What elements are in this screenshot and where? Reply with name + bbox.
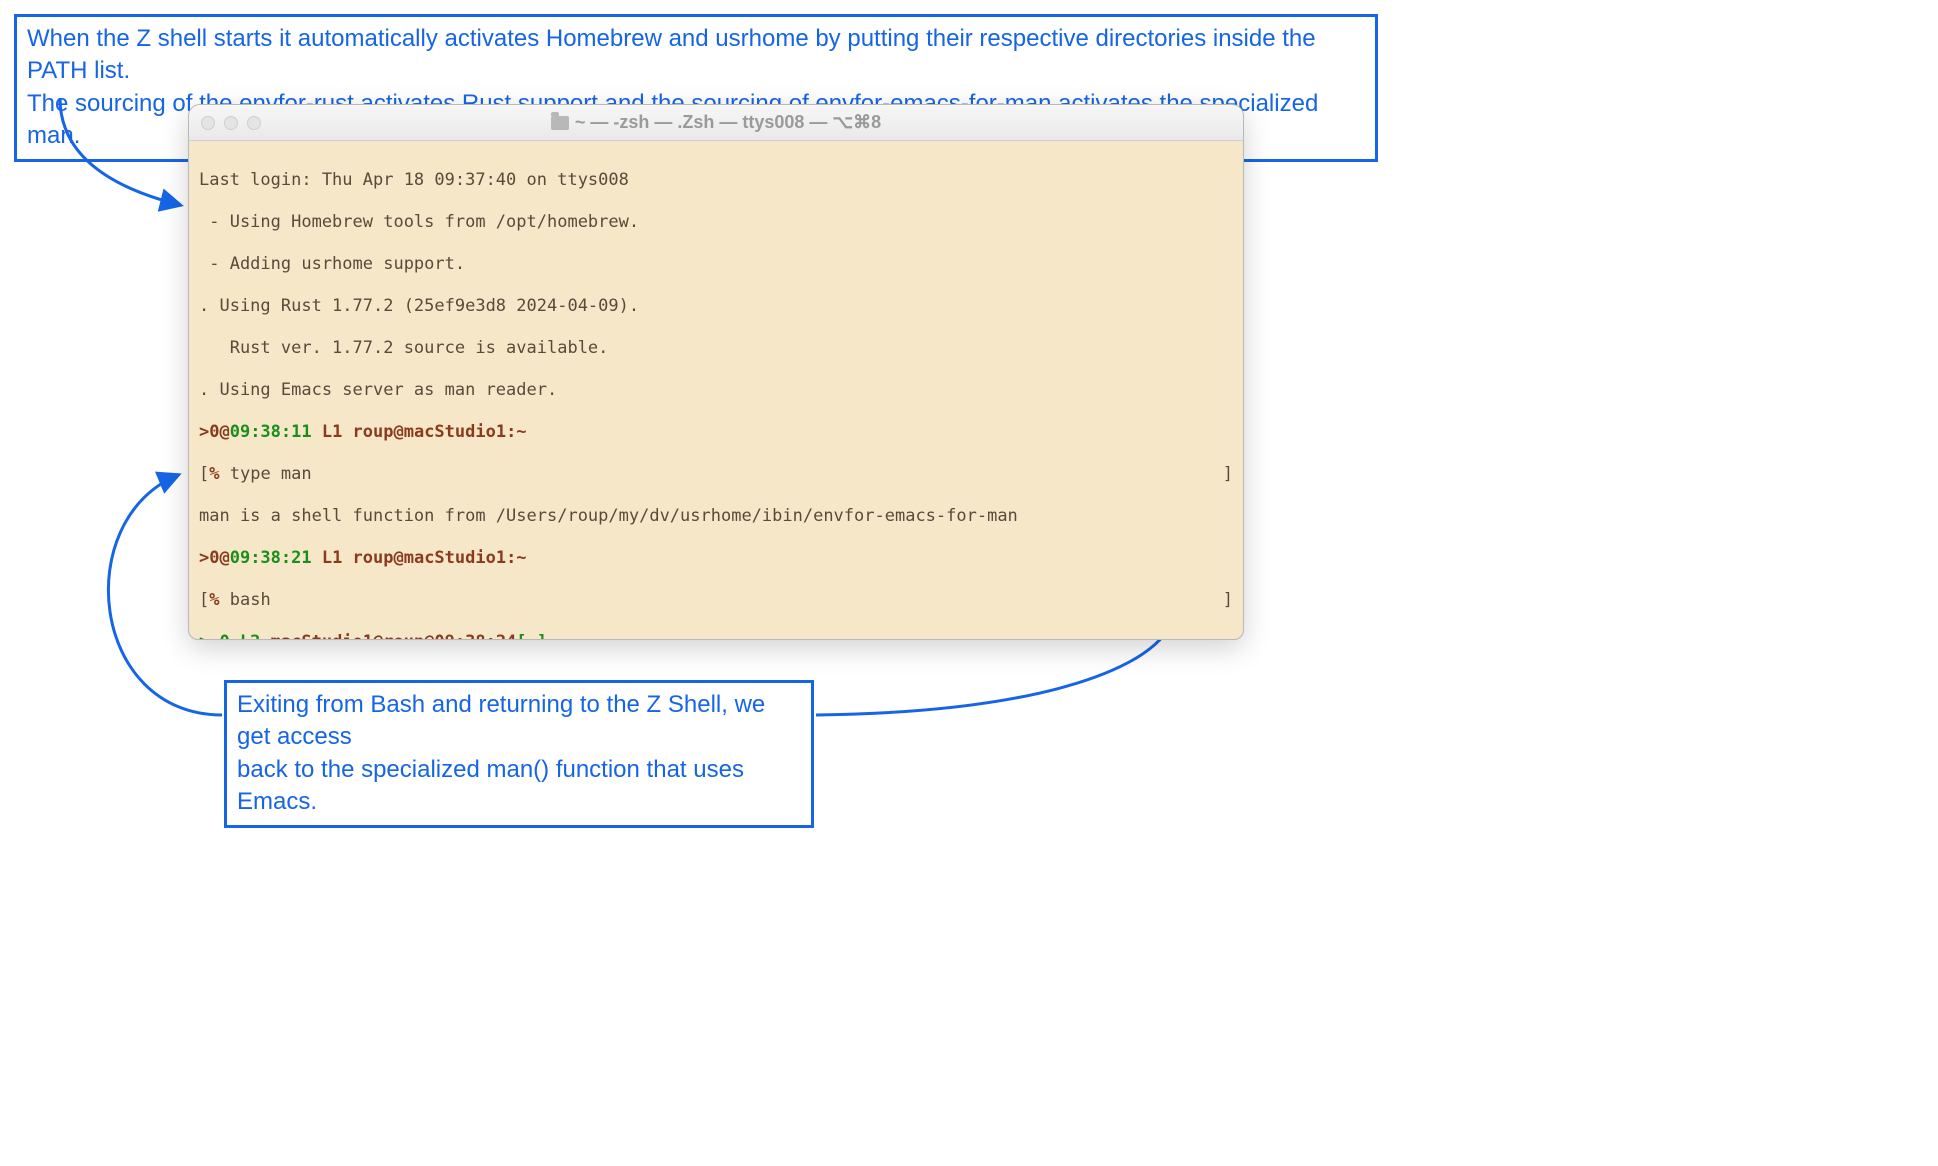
annotation-bot-line1: Exiting from Bash and returning to the Z…: [237, 689, 801, 754]
term-prompt: >0@09:38:21 L1 roup@macStudio1:~: [199, 548, 1233, 569]
term-line: Rust ver. 1.77.2 source is available.: [199, 338, 1233, 359]
term-command: [% type man]: [199, 464, 1233, 485]
window-close-button[interactable]: [201, 116, 215, 130]
annotation-bot: Exiting from Bash and returning to the Z…: [224, 680, 814, 828]
term-command: [% bash]: [199, 590, 1233, 611]
window-title-text: ~ — -zsh — .Zsh — ttys008 — ⌥⌘8: [575, 112, 881, 133]
term-line: - Adding usrhome support.: [199, 254, 1233, 275]
window-title: ~ — -zsh — .Zsh — ttys008 — ⌥⌘8: [189, 112, 1243, 133]
terminal-window: ~ — -zsh — .Zsh — ttys008 — ⌥⌘8 Last log…: [188, 104, 1244, 640]
term-line: - Using Homebrew tools from /opt/homebre…: [199, 212, 1233, 233]
term-output: man is a shell function from /Users/roup…: [199, 506, 1233, 527]
term-prompt: >0@09:38:11 L1 roup@macStudio1:~: [199, 422, 1233, 443]
window-titlebar[interactable]: ~ — -zsh — .Zsh — ttys008 — ⌥⌘8: [189, 105, 1243, 141]
term-line: . Using Rust 1.77.2 (25ef9e3d8 2024-04-0…: [199, 296, 1233, 317]
window-minimize-button[interactable]: [224, 116, 238, 130]
term-line: . Using Emacs server as man reader.: [199, 380, 1233, 401]
folder-icon: [551, 116, 569, 130]
window-traffic-lights: [201, 116, 261, 130]
term-line: Last login: Thu Apr 18 09:37:40 on ttys0…: [199, 170, 1233, 191]
annotation-top-line1: When the Z shell starts it automatically…: [27, 23, 1365, 88]
terminal-body[interactable]: Last login: Thu Apr 18 09:37:40 on ttys0…: [189, 141, 1243, 640]
term-bash-prompt: > 0,L2,macStudio1@roup@09:38:24[~]: [199, 632, 1233, 640]
annotation-bot-line2: back to the specialized man() function t…: [237, 754, 801, 819]
window-zoom-button[interactable]: [247, 116, 261, 130]
